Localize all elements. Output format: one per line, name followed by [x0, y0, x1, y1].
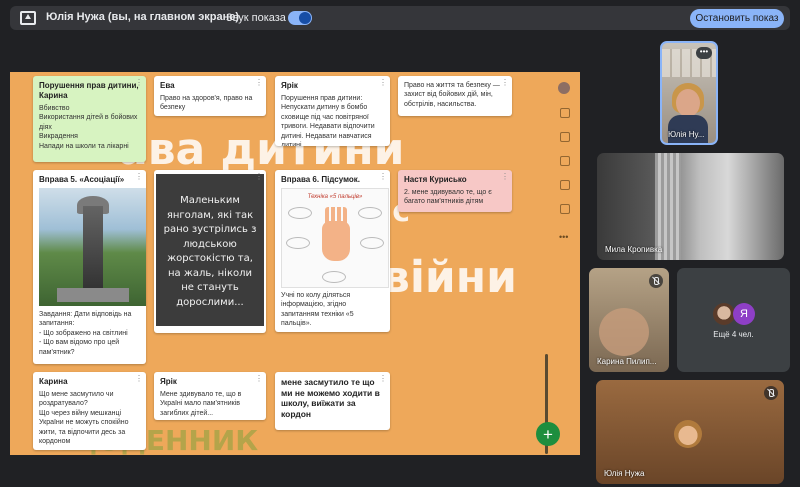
remake-icon[interactable]: [560, 132, 570, 142]
participant-avatar: [713, 303, 735, 325]
post-menu-icon[interactable]: ⋮: [135, 79, 143, 87]
memorial-inscription: Маленьким янголам, які так рано зустріли…: [156, 174, 264, 326]
tile-more-options-icon[interactable]: •••: [696, 47, 712, 59]
sound-label: Звук показа: [226, 12, 286, 24]
post-title: Вправа 6. Підсумок.: [281, 175, 360, 184]
board-post[interactable]: ⋮ мене засмутило те що ми не можемо ходи…: [275, 372, 390, 430]
shared-screen: ава дитини ас війни ЩОДЕННИК ⋮ Порушення…: [10, 72, 580, 455]
participant-name: Карина Пилип...: [597, 357, 657, 366]
question-bubble: [358, 207, 382, 219]
post-menu-icon[interactable]: ⋮: [255, 79, 263, 87]
board-post[interactable]: ⋮ Ярік Порушення прав дитини: Непускати …: [275, 76, 390, 146]
diagram-title: Техніка «5 пальців»: [307, 194, 363, 200]
monument-photo: [39, 188, 146, 306]
post-title: Порушення прав дитини, Карина: [39, 81, 139, 100]
post-menu-icon[interactable]: ⋮: [501, 173, 509, 181]
post-title: Ярік: [160, 377, 177, 386]
board-post[interactable]: ⋮ Ева Право на здоров'я, право на безпек…: [154, 76, 266, 116]
participant-tile[interactable]: Карина Пилип...: [589, 268, 669, 372]
board-post[interactable]: ⋮ Порушення прав дитини, Карина Вбивство…: [33, 76, 146, 162]
post-menu-icon[interactable]: ⋮: [379, 375, 387, 383]
board-post[interactable]: ⋮ Карина Що мене засмутило чи роздратува…: [33, 372, 146, 450]
participant-name: Мила Кропивка: [605, 245, 663, 254]
toggle-knob-icon: [299, 12, 311, 24]
more-icon[interactable]: •••: [559, 232, 568, 242]
curtain-background: [655, 153, 681, 260]
participant-name: Юлія Ну...: [668, 130, 705, 139]
post-text: 2. мене здивувало те, що є багато пам'ят…: [404, 189, 492, 206]
question-bubble: [360, 237, 384, 249]
post-title: Вправа 5. «Асоціації»: [39, 175, 125, 184]
post-menu-icon[interactable]: ⋮: [379, 173, 387, 181]
post-text: Право на здоров'я, право на безпеку: [160, 95, 253, 112]
notification-icon[interactable]: [560, 156, 570, 166]
more-participants-tile[interactable]: Я Ещё 4 чел.: [677, 268, 790, 372]
settings-icon[interactable]: [560, 204, 570, 214]
board-post[interactable]: ⋮ Настя Курисько 2. мене здивувало те, щ…: [398, 170, 512, 212]
post-text: Мене здивувало те, що в Україні мало пам…: [160, 391, 242, 417]
post-title: Карина: [39, 377, 68, 386]
participant-avatar-initial: Я: [733, 303, 755, 325]
sound-toggle[interactable]: [288, 11, 312, 25]
post-menu-icon[interactable]: ⋮: [255, 375, 263, 383]
mic-off-icon: [764, 386, 778, 400]
post-menu-icon[interactable]: ⋮: [379, 79, 387, 87]
participant-video-blur: [599, 308, 649, 356]
monument-base: [57, 288, 129, 302]
board-post[interactable]: ⋮ Ярік Мене здивувало те, що в Україні м…: [154, 372, 266, 420]
question-bubble: [286, 237, 310, 249]
post-text: Порушення прав дитини: Непускати дитину …: [281, 95, 375, 146]
post-text: Учні по колу діляться інформацією, згідн…: [281, 292, 354, 328]
board-post[interactable]: ⋮ Вправа 5. «Асоціації» Завдання: Дати в…: [33, 170, 146, 364]
mic-off-icon: [649, 274, 663, 288]
five-fingers-diagram: Техніка «5 пальців»: [281, 188, 389, 288]
post-title: Ярік: [281, 81, 298, 90]
monument-column: [83, 206, 103, 298]
board-post[interactable]: ⋮ Право на життя та безпеку — захист від…: [398, 76, 512, 116]
user-avatar[interactable]: [558, 82, 570, 94]
post-text: Право на життя та безпеку — захист від б…: [404, 82, 500, 108]
participant-face: [676, 89, 700, 117]
presentation-topbar: Юлія Нужа (вы, на главном экране) Звук п…: [10, 6, 790, 30]
more-participants-count: Ещё 4 чел.: [713, 330, 754, 339]
slideshow-icon[interactable]: [560, 180, 570, 190]
participant-tile[interactable]: Юлія Нужа: [596, 380, 784, 484]
post-menu-icon[interactable]: ⋮: [501, 79, 509, 87]
post-title: Настя Курисько: [404, 175, 467, 184]
presenter-title: Юлія Нужа (вы, на главном экране): [46, 11, 240, 23]
participant-tile[interactable]: Мила Кропивка: [597, 153, 784, 260]
share-icon[interactable]: [560, 108, 570, 118]
board-post[interactable]: ⋮ Маленьким янголам, які так рано зустрі…: [154, 170, 266, 333]
post-title: Ева: [160, 81, 175, 90]
participant-tile-self[interactable]: ••• Юлія Ну...: [660, 41, 718, 145]
post-menu-icon[interactable]: ⋮: [135, 173, 143, 181]
post-menu-icon[interactable]: ⋮: [255, 173, 263, 181]
post-menu-icon[interactable]: ⋮: [135, 375, 143, 383]
post-title: мене засмутило те що ми не можемо ходити…: [281, 377, 380, 419]
board-background-text: війни: [382, 252, 517, 303]
stop-presenting-button[interactable]: Остановить показ: [690, 9, 784, 28]
board-post[interactable]: ⋮ Вправа 6. Підсумок. Техніка «5 пальців…: [275, 170, 390, 332]
board-toolbar: •••: [550, 72, 580, 455]
question-bubble: [288, 207, 312, 219]
participant-name: Юлія Нужа: [604, 469, 645, 478]
hand-icon: [322, 207, 350, 261]
post-text: Завдання: Дати відповідь на запитання: -…: [39, 311, 132, 356]
question-bubble: [322, 271, 346, 283]
participant-avatar: [674, 420, 702, 448]
post-text: Що мене засмутило чи роздратувало? Що че…: [39, 391, 129, 446]
present-screen-icon: [20, 11, 36, 25]
post-text: Вбивство Використання дітей в бойових ді…: [39, 105, 138, 150]
add-post-button[interactable]: +: [536, 422, 560, 446]
